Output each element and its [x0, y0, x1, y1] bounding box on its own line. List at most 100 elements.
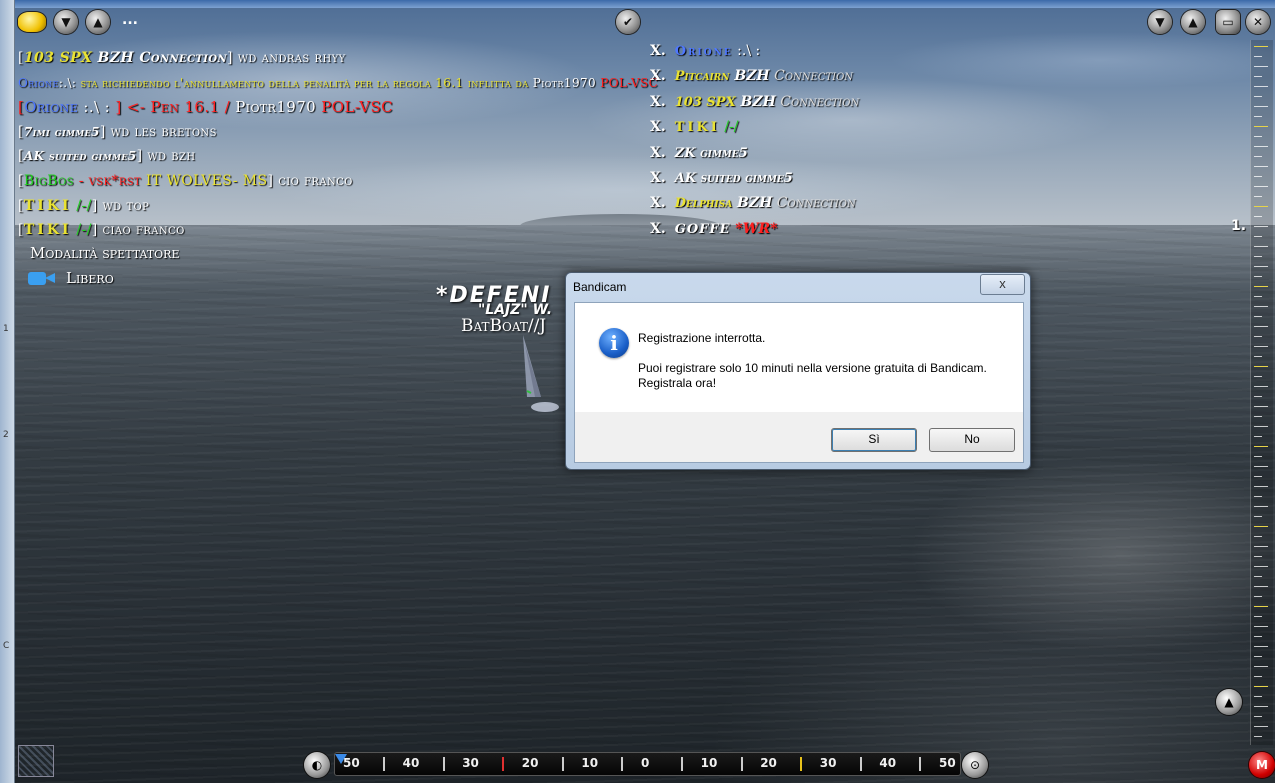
leaderboard-row[interactable]: X. GOFFE *WR*: [650, 218, 859, 243]
compass-marker: [800, 757, 803, 771]
leaderboard-name: 103 SPX: [674, 94, 736, 110]
compass-tick-label: 50: [939, 756, 956, 770]
leaderboard-row[interactable]: X. AK suited gimme5: [650, 167, 859, 192]
scale-tick: [1254, 706, 1268, 707]
scale-tick: [1254, 356, 1262, 357]
leaderboard-row[interactable]: X. 103 SPX BZH Connection: [650, 91, 859, 116]
close-game-button[interactable]: ✕: [1246, 10, 1270, 34]
dialog-content: i Registrazione interrotta. Puoi registr…: [574, 302, 1024, 414]
menu-button[interactable]: [18, 12, 46, 32]
camera-rotate-icon: ⊙: [969, 758, 981, 772]
scale-tick: [1254, 566, 1268, 567]
chat-sender-team: BZH: [92, 50, 135, 66]
scale-tick: [1254, 376, 1262, 377]
compass-tick-label: 10: [700, 756, 718, 770]
yes-button[interactable]: Sì: [831, 428, 917, 452]
scale-tick: [1254, 186, 1268, 187]
board-up-button[interactable]: ▲: [1181, 10, 1205, 34]
scale-tick: [1254, 136, 1262, 137]
scale-tick: [1254, 336, 1262, 337]
chat-line: [7imi gimme5] wd les bretons: [18, 120, 658, 145]
chat-player-team: POL-VSC: [596, 75, 659, 90]
compass-bar: 50 40 30 20 10 0 10 20 30 40 50: [334, 752, 961, 776]
chat-sender-suffix: :.\ :: [78, 98, 116, 117]
chat-line: [AK suited gimme5] wd bzh: [18, 144, 658, 169]
compass-left-button[interactable]: ◐: [304, 752, 330, 778]
leaderboard-name: GOFFE: [674, 221, 731, 237]
chat-message: wd les bretons: [105, 123, 217, 140]
chat-sender: Orione: [24, 98, 79, 117]
chat-sender-team: Connection: [134, 50, 228, 66]
compass-marker: [740, 757, 743, 771]
scale-tick: [1254, 536, 1262, 537]
scale-tick: [1254, 146, 1268, 147]
sailboat[interactable]: [515, 335, 565, 420]
scale-tick: [1254, 696, 1262, 697]
leaderboard-rank: X.: [650, 68, 666, 85]
chevron-up-button[interactable]: ▲: [86, 10, 110, 34]
wind-indicator-button[interactable]: ▲: [1216, 689, 1242, 715]
scale-tick: [1254, 316, 1262, 317]
leaderboard-suffix: BZH: [735, 93, 776, 110]
chat-sender-suffix: /-/: [71, 222, 92, 239]
compass-marker: [442, 757, 445, 771]
leaderboard-row[interactable]: X. ZK gimme5: [650, 142, 859, 167]
leaderboard-suffix: *WR*: [730, 220, 778, 237]
scale-tick: [1254, 106, 1268, 107]
scale-tick: [1254, 256, 1262, 257]
leaderboard-row[interactable]: X. Orione :.\ :: [650, 40, 859, 65]
scale-tick: [1254, 286, 1268, 287]
chat-toggle-button[interactable]: ✔: [616, 10, 640, 34]
leaderboard-row[interactable]: X. Delphisa BZH Connection: [650, 192, 859, 217]
more-button[interactable]: ...: [122, 12, 138, 28]
scale-tick: [1254, 526, 1268, 527]
leaderboard-rank: X.: [650, 119, 666, 136]
camera-icon: [28, 270, 56, 286]
leaderboard-name: Orione: [674, 44, 733, 59]
vertical-scale: [1250, 40, 1273, 745]
minimap-icon[interactable]: [18, 745, 54, 777]
chevron-down-icon: ▼: [61, 15, 71, 29]
window-top-frame: [0, 0, 1275, 8]
leaderboard-team: Connection: [769, 68, 854, 85]
chat-sender: BigBos: [23, 172, 74, 189]
chat-sender-suffix: :.\:: [58, 75, 77, 90]
scale-tick: [1254, 166, 1268, 167]
scale-tick: [1254, 496, 1262, 497]
scale-tick: [1254, 396, 1262, 397]
dialog-message-line: Puoi registrare solo 10 minuti nella ver…: [638, 361, 987, 375]
leaderboard-team: Connection: [775, 93, 860, 110]
window-mode-button[interactable]: ▭: [1216, 10, 1240, 34]
leaderboard-rank: X.: [650, 169, 666, 186]
chat-player: Piotr1970: [230, 98, 317, 117]
leaderboard-rank: X.: [650, 93, 666, 110]
scale-tick: [1254, 56, 1262, 57]
chevron-down-button[interactable]: ▼: [54, 10, 78, 34]
scale-tick: [1254, 246, 1268, 247]
scale-tick: [1254, 466, 1268, 467]
leaderboard-row[interactable]: X. TIKI /-/: [650, 116, 859, 141]
chat-sender-suffix: /-/: [71, 197, 92, 214]
leaderboard-team: Connection: [772, 195, 856, 212]
scale-tick: [1254, 76, 1262, 77]
dialog-close-button[interactable]: x: [980, 274, 1025, 295]
scale-tick: [1254, 666, 1268, 667]
leaderboard-row[interactable]: X. Pitcairn BZH Connection: [650, 65, 859, 90]
spectator-mode-label: Modalità spettatore: [30, 244, 180, 262]
scale-tick: [1254, 346, 1268, 347]
compass-marker: [383, 757, 385, 771]
board-down-button[interactable]: ▼: [1148, 10, 1172, 34]
scale-tick: [1254, 156, 1262, 157]
leaderboard-name: ZK gimme5: [674, 145, 748, 161]
compass-marker: [502, 757, 505, 771]
chat-line: Orione:.\: sta richiedendo l'annullament…: [18, 71, 658, 96]
dialog-message-title: Registrazione interrotta.: [638, 331, 766, 345]
no-button[interactable]: No: [929, 428, 1015, 452]
scale-tick: [1254, 686, 1268, 687]
menu-red-button[interactable]: M: [1249, 752, 1275, 778]
leaderboard: X. Orione :.\ : X. Pitcairn BZH Connection…: [650, 40, 859, 243]
chat-message: wd bzh: [142, 148, 196, 165]
close-icon: ✕: [1252, 15, 1264, 29]
compass-right-button[interactable]: ⊙: [962, 752, 988, 778]
camera-mode-toggle[interactable]: Libero: [28, 269, 114, 287]
